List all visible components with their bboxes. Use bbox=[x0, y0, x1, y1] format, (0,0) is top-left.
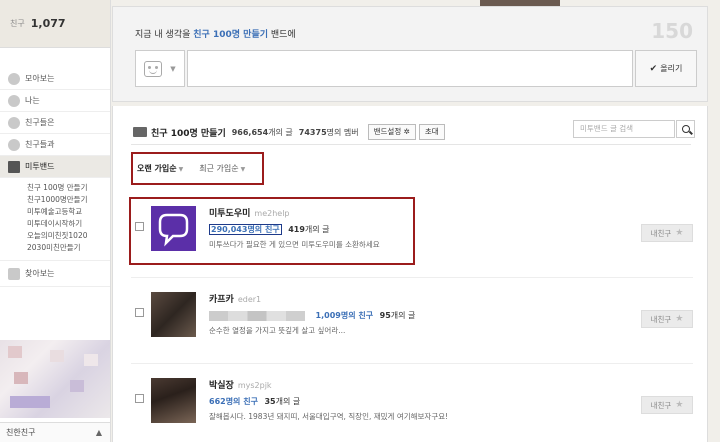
band-link[interactable]: 미투데이시작하기 bbox=[27, 218, 110, 230]
band-link[interactable]: 2030미친만들기 bbox=[27, 242, 110, 254]
chevron-down-icon: ▼ bbox=[240, 166, 246, 173]
sort-options: 오랜 가입순 ▼ 최근 가입순 ▼ bbox=[131, 152, 264, 185]
band-icon bbox=[133, 127, 147, 137]
member-id: mys2pjk bbox=[237, 381, 272, 390]
close-friends-bar[interactable]: 친한친구 ▲ bbox=[0, 422, 110, 442]
band-search-input[interactable]: 미투밴드 글 검색 bbox=[573, 120, 675, 138]
sidebar-item-find[interactable]: 찾아보는 bbox=[0, 261, 110, 287]
band-post-count: 966,654개의 글 bbox=[231, 127, 293, 137]
main-content: 친구 100명 만들기 966,654개의 글 74375명의 멤버 밴드설정 … bbox=[112, 106, 708, 442]
blurred-text bbox=[209, 310, 305, 321]
highlight-box bbox=[129, 197, 415, 265]
band-settings-button[interactable]: 밴드설정 ✲ bbox=[367, 124, 416, 140]
search-icon bbox=[681, 125, 690, 133]
invite-button[interactable]: 초대 bbox=[418, 124, 445, 140]
plus-icon bbox=[8, 267, 20, 280]
member-name[interactable]: 카프카 bbox=[209, 295, 234, 305]
my-friend-button[interactable]: 내친구 ★ bbox=[641, 310, 693, 328]
friend-count-panel: 친구 1,077 bbox=[0, 0, 110, 48]
row-divider bbox=[131, 277, 693, 278]
member-name[interactable]: 박실장 bbox=[209, 381, 234, 391]
friends-count: 1,077 bbox=[30, 17, 66, 30]
blur-pixel bbox=[10, 396, 50, 408]
post-count: 95 bbox=[379, 311, 391, 320]
char-counter: 150 bbox=[651, 19, 693, 43]
member-stats: 662명의 친구 35개의 글 bbox=[209, 397, 301, 406]
me-icon bbox=[8, 94, 20, 107]
caret-up-icon: ▲ bbox=[95, 428, 102, 437]
friends-label: 친구 bbox=[10, 19, 25, 28]
search-button[interactable] bbox=[676, 120, 695, 138]
band-member-count: 74375명의 멤버 bbox=[298, 127, 359, 137]
chevron-down-icon: ▼ bbox=[170, 64, 176, 73]
blur-pixel bbox=[70, 380, 84, 392]
sidebar-item-label: 미투밴드 bbox=[25, 162, 55, 171]
compose-band-link[interactable]: 친구 100명 만들기 bbox=[193, 30, 268, 40]
band-link[interactable]: 오늘의미친짓1020 bbox=[27, 230, 110, 242]
sidebar-item-label: 모아보는 bbox=[25, 74, 55, 83]
band-sub-list: 친구 100명 만들기 친구1000명만들기 미투예술고등학교 미투데이시작하기… bbox=[0, 178, 110, 261]
friend-count: 1,009명의 친구 bbox=[315, 311, 374, 320]
member-row: 카프카 eder1 1,009명의 친구 95개의 글 순수한 열정을 가지고 뜻… bbox=[131, 288, 693, 360]
band-icon bbox=[8, 160, 20, 173]
member-description: 순수한 열정을 가지고 뜻깊게 살고 싶어라... bbox=[209, 326, 346, 335]
blur-pixel bbox=[50, 350, 64, 362]
band-link[interactable]: 미투예술고등학교 bbox=[27, 206, 110, 218]
blur-pixel bbox=[84, 354, 98, 366]
my-friend-button[interactable]: 내친구 ★ bbox=[641, 224, 693, 242]
sidebar-item-band[interactable]: 미투밴드 bbox=[0, 156, 110, 178]
check-icon: ✔ bbox=[649, 63, 658, 74]
sidebar-item-label: 나는 bbox=[25, 96, 40, 105]
my-friend-button[interactable]: 내친구 ★ bbox=[641, 396, 693, 414]
member-id: eder1 bbox=[237, 295, 262, 304]
post-button[interactable]: ✔ 올리기 bbox=[635, 50, 697, 87]
band-title[interactable]: 친구 100명 만들기 bbox=[151, 126, 226, 139]
band-header: 친구 100명 만들기 966,654개의 글 74375명의 멤버 밴드설정 … bbox=[133, 124, 445, 140]
sidebar-item-me[interactable]: 나는 bbox=[0, 90, 110, 112]
member-checkbox[interactable] bbox=[135, 394, 144, 403]
sidebar-nav: 모아보는 나는 친구들은 친구들과 미투밴드 친구 100명 만들기 친구100… bbox=[0, 48, 110, 287]
blurred-friend-avatars bbox=[0, 340, 110, 418]
compose-title: 지금 내 생각을 친구 100명 만들기 밴드에 bbox=[135, 30, 296, 40]
feed-icon bbox=[8, 72, 20, 85]
friends-icon bbox=[8, 116, 20, 129]
smiley-icon bbox=[144, 60, 163, 77]
star-icon: ★ bbox=[675, 400, 684, 410]
member-description: 잘해봅시다. 1983년 돼지띠, 서울대입구역, 직장인, 재밌게 여기해보자… bbox=[209, 412, 449, 421]
avatar[interactable] bbox=[151, 378, 196, 423]
emoticon-button[interactable]: ▼ bbox=[135, 50, 185, 87]
sidebar-item-label: 친구들은 bbox=[25, 118, 55, 127]
sidebar-item-feed[interactable]: 모아보는 bbox=[0, 68, 110, 90]
sort-oldest[interactable]: 오랜 가입순 ▼ bbox=[137, 163, 183, 174]
header-divider bbox=[131, 144, 691, 145]
sidebar-item-chat[interactable]: 친구들과 bbox=[0, 134, 110, 156]
member-info: 박실장 mys2pjk 662명의 친구 35개의 글 잘해봅시다. 1983년 … bbox=[209, 378, 448, 422]
star-icon: ★ bbox=[675, 228, 684, 238]
sidebar-item-label: 찾아보는 bbox=[25, 269, 55, 278]
member-row: 박실장 mys2pjk 662명의 친구 35개의 글 잘해봅시다. 1983년 … bbox=[131, 374, 693, 442]
band-link[interactable]: 친구 100명 만들기 bbox=[27, 182, 110, 194]
post-input[interactable] bbox=[187, 50, 633, 87]
row-divider bbox=[131, 363, 693, 364]
blur-pixel bbox=[14, 372, 28, 384]
star-icon: ★ bbox=[675, 314, 684, 324]
blur-pixel bbox=[8, 346, 22, 358]
band-link[interactable]: 친구1000명만들기 bbox=[27, 194, 110, 206]
post-count: 35 bbox=[264, 397, 276, 406]
sidebar-item-friends[interactable]: 친구들은 bbox=[0, 112, 110, 134]
member-info: 카프카 eder1 1,009명의 친구 95개의 글 순수한 열정을 가지고 뜻… bbox=[209, 292, 415, 336]
compose-panel: 지금 내 생각을 친구 100명 만들기 밴드에 150 ▼ ✔ 올리기 bbox=[112, 6, 708, 102]
close-friends-label: 친한친구 bbox=[6, 428, 36, 437]
member-checkbox[interactable] bbox=[135, 308, 144, 317]
avatar[interactable] bbox=[151, 292, 196, 337]
sidebar-item-label: 친구들과 bbox=[25, 140, 55, 149]
member-stats: 1,009명의 친구 95개의 글 bbox=[209, 310, 415, 321]
chevron-down-icon: ▼ bbox=[178, 166, 184, 173]
sort-newest[interactable]: 최근 가입순 ▼ bbox=[199, 163, 245, 174]
chat-icon bbox=[8, 138, 20, 151]
friend-count: 662명의 친구 bbox=[209, 397, 258, 406]
left-sidebar: 친구 1,077 모아보는 나는 친구들은 친구들과 미투밴드 친구 100명 … bbox=[0, 0, 111, 442]
post-button-label: 올리기 bbox=[660, 64, 683, 73]
